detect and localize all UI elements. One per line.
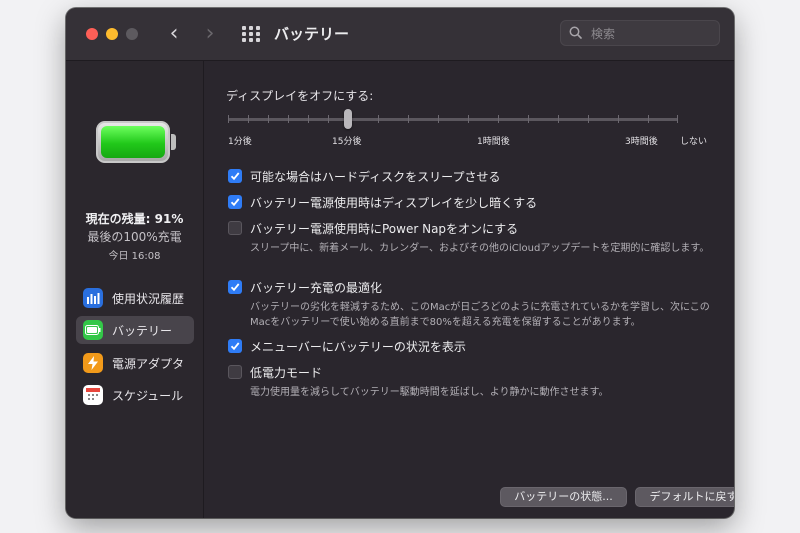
battery-settings-panel: ディスプレイをオフにする: 1分後 15分後 1時間後 3時間後 しない 可能な… (204, 61, 734, 518)
option-description: バッテリーの劣化を軽減するため、このMacが日ごろどのように充電されているかを学… (250, 302, 710, 328)
display-off-label: ディスプレイをオフにする: (226, 89, 374, 103)
battery-large-icon (96, 121, 180, 167)
title-bar: ‹ › バッテリー (66, 8, 734, 61)
tick-label-never: しない (680, 137, 708, 147)
preferences-window: ‹ › バッテリー 現在の残量: 91% 最後の100%充電 今日 16:08 (66, 8, 734, 518)
sidebar-item-usage-history[interactable]: 使用状況履歴 (76, 284, 194, 312)
last-full-charge-time: 今日 16:08 (108, 251, 161, 262)
slider-knob[interactable] (344, 109, 352, 129)
sidebar-item-label: スケジュール (112, 389, 184, 403)
zoom-button[interactable] (126, 28, 138, 40)
show-all-grid-icon[interactable] (242, 26, 260, 42)
tick-label-1min: 1分後 (228, 137, 252, 147)
calendar-icon (83, 385, 103, 405)
tick-label-15min: 15分後 (332, 137, 362, 147)
checkmark-icon (230, 172, 240, 181)
battery-level-fill (101, 126, 165, 158)
battery-icon (83, 320, 103, 340)
search-input[interactable] (589, 24, 717, 44)
option-label: 可能な場合はハードディスクをスリープさせる (250, 170, 501, 184)
search-field[interactable] (560, 20, 720, 46)
battery-health-button[interactable]: バッテリーの状態... (500, 487, 627, 507)
checkbox-unchecked[interactable] (228, 365, 242, 379)
chevron-left-icon: ‹ (169, 21, 179, 46)
checkbox-checked[interactable] (228, 169, 242, 183)
back-button[interactable]: ‹ (162, 21, 186, 47)
tick-label-1hour: 1時間後 (477, 137, 510, 147)
option-label: メニューバーにバッテリーの状況を表示 (250, 340, 466, 354)
checkbox-checked[interactable] (228, 195, 242, 209)
checkbox-checked[interactable] (228, 280, 242, 294)
sidebar-item-power-adapter[interactable]: 電源アダプタ (76, 349, 194, 377)
option-label: バッテリー電源使用時はディスプレイを少し暗くする (250, 196, 538, 210)
sidebar-item-battery[interactable]: バッテリー (76, 316, 194, 344)
close-button[interactable] (86, 28, 98, 40)
option-label: バッテリー充電の最適化 (250, 281, 383, 295)
bar-chart-icon (83, 288, 103, 308)
window-title: バッテリー (274, 25, 350, 43)
option-description: 電力使用量を減らしてバッテリー駆動時間を延ばし、より静かに動作させます。 (250, 387, 609, 398)
restore-defaults-button[interactable]: デフォルトに戻す (635, 487, 734, 507)
option-description: スリープ中に、新着メール、カレンダー、およびその他のiCloudアップデートを定… (250, 243, 710, 254)
sidebar-item-schedule[interactable]: スケジュール (76, 381, 194, 409)
current-charge-text: 現在の残量: 91% (85, 212, 184, 226)
option-label: バッテリー電源使用時にPower Napをオンにする (250, 222, 519, 236)
checkmark-icon (230, 283, 240, 292)
sidebar-item-label: 電源アダプタ (112, 357, 185, 371)
chevron-right-icon: › (205, 21, 215, 46)
last-full-charge-text: 最後の100%充電 (87, 230, 182, 244)
sidebar: 現在の残量: 91% 最後の100%充電 今日 16:08 使用状況履歴 バッテ… (66, 61, 204, 518)
search-icon (569, 26, 582, 39)
option-label: 低電力モード (250, 366, 323, 380)
sidebar-item-label: 使用状況履歴 (112, 292, 185, 306)
checkmark-icon (230, 342, 240, 351)
sidebar-item-label: バッテリー (112, 324, 173, 338)
display-off-slider[interactable] (228, 109, 678, 137)
checkbox-checked[interactable] (228, 339, 242, 353)
lightning-icon (83, 353, 103, 373)
checkmark-icon (230, 198, 240, 207)
minimize-button[interactable] (106, 28, 118, 40)
tick-label-3hours: 3時間後 (625, 137, 658, 147)
forward-button[interactable]: › (198, 21, 222, 47)
checkbox-unchecked[interactable] (228, 221, 242, 235)
